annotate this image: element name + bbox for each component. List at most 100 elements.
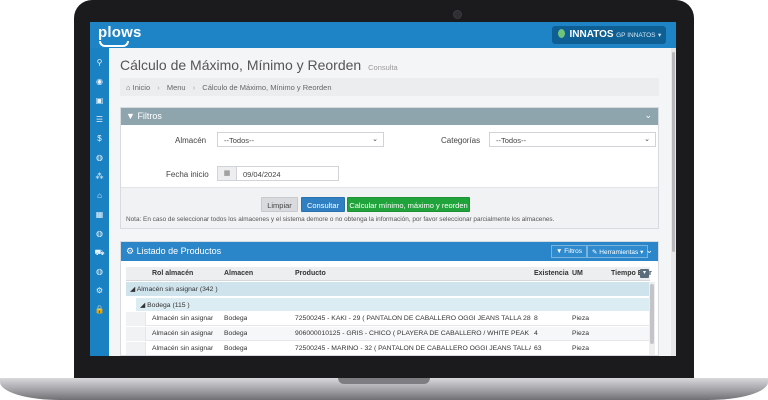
tools-button[interactable]: ✎ Herramientas ▾ xyxy=(587,245,649,258)
breadcrumb-menu[interactable]: Menu xyxy=(167,83,186,92)
group-toggle-icon[interactable]: ◢ xyxy=(140,302,145,309)
page-scroll-thumb[interactable] xyxy=(672,52,675,252)
clear-button[interactable]: Limpiar xyxy=(261,197,298,212)
laptop-frame: plows INNATOS GP INNATOS ▾ ⚲ ◉ ▣ ☰ $ ◍ ⁂… xyxy=(0,0,768,400)
breadcrumb-current: Cálculo de Máximo, Mínimo y Reorden xyxy=(202,83,332,92)
group-row-bodega[interactable]: ◢ Bodega (115 ) xyxy=(136,297,650,311)
chevron-down-icon: ⌄ xyxy=(372,136,378,143)
filters-panel: ▼ Filtros ⌄ Almacén --Todos-- ⌄ Categorí… xyxy=(120,107,659,229)
fecha-inicio-value: 09/04/2024 xyxy=(243,170,281,179)
tools-label: Herramientas xyxy=(599,249,639,256)
company-name: GP INNATOS xyxy=(616,32,656,39)
cell-producto: 72500245 - KAKI - 29 ( PANTALON DE CABAL… xyxy=(295,315,531,322)
main-content: Cálculo de Máximo, Mínimo y Reorden Cons… xyxy=(109,48,676,356)
cell-almacen: Bodega xyxy=(224,345,248,352)
globe-icon[interactable]: ◍ xyxy=(90,153,109,163)
eye-icon[interactable]: ◉ xyxy=(90,77,109,87)
table-row[interactable]: Almacén sin asignar Bodega 72500245 - MA… xyxy=(126,342,650,355)
cell-rol: Almacén sin asignar xyxy=(152,345,214,352)
globe-2-icon[interactable]: ◍ xyxy=(90,267,109,277)
lock-icon[interactable]: 🔒 xyxy=(90,305,109,315)
table-header: Rol almacén Almacen Producto Existencia … xyxy=(126,267,652,281)
logo-smile-icon xyxy=(99,41,129,47)
filters-note: Nota: En caso de seleccionar todos los a… xyxy=(126,216,555,223)
column-um[interactable]: UM xyxy=(572,270,583,277)
column-menu-icon[interactable]: ▾ xyxy=(640,269,649,278)
products-title: Listado de Productos xyxy=(136,246,222,256)
column-almacen[interactable]: Almacen xyxy=(224,270,253,277)
almacen-select-value: --Todos-- xyxy=(224,136,255,145)
cell-almacen: Bodega xyxy=(224,315,248,322)
filter-icon: ▼ xyxy=(556,248,563,255)
table-scrollbar[interactable] xyxy=(649,282,655,355)
chevron-down-icon[interactable]: ⌄ xyxy=(645,245,653,256)
table-scroll-thumb[interactable] xyxy=(650,284,654,344)
webcam xyxy=(453,10,462,19)
laptop-notch xyxy=(338,378,430,384)
almacen-select[interactable]: --Todos-- ⌄ xyxy=(217,132,384,147)
cart-icon[interactable]: ⛟ xyxy=(90,248,109,258)
cell-um: Pieza xyxy=(572,330,590,337)
almacen-label: Almacén xyxy=(175,136,207,145)
briefcase-icon[interactable]: ▣ xyxy=(90,96,109,106)
calculator-icon[interactable]: ▦ xyxy=(90,210,109,220)
group-row-almacen[interactable]: ◢ Almacén sin asignar (342 ) xyxy=(126,282,650,296)
chevron-down-icon: ▾ xyxy=(640,249,644,256)
search-icon[interactable]: ⚲ xyxy=(90,58,109,68)
home-icon[interactable]: ⌂ xyxy=(126,83,131,92)
cell-existencia: 8 xyxy=(534,315,538,322)
cell-rol: Almacén sin asignar xyxy=(152,330,214,337)
group-toggle-icon[interactable]: ◢ xyxy=(130,286,135,293)
consultar-button[interactable]: Consultar xyxy=(301,197,345,212)
dollar-icon[interactable]: $ xyxy=(90,134,109,144)
products-filters-button[interactable]: ▼ Filtros xyxy=(551,245,587,258)
filter-icon: ▼ xyxy=(126,111,135,121)
sidebar: ⚲ ◉ ▣ ☰ $ ◍ ⁂ ⌂ ▦ ◍ ⛟ ◍ ⚙ 🔒 xyxy=(90,48,109,356)
page-title: Cálculo de Máximo, Mínimo y Reorden Cons… xyxy=(120,57,398,73)
cell-um: Pieza xyxy=(572,315,590,322)
boxes-icon[interactable]: ⁂ xyxy=(90,172,109,182)
cell-producto: 906000010125 - GRIS - CHICO ( PLAYERA DE… xyxy=(295,330,531,337)
company-logo-icon xyxy=(558,29,565,38)
cell-rol: Almacén sin asignar xyxy=(152,315,214,322)
cell-existencia: 63 xyxy=(534,345,542,352)
calculate-button[interactable]: Calcular mínimo, máximo y reorden xyxy=(347,197,470,212)
group-label: Almacén sin asignar (342 ) xyxy=(136,286,218,293)
chevron-down-icon[interactable]: ⌄ xyxy=(644,110,652,121)
filters-title: Filtros xyxy=(137,111,162,121)
breadcrumb-separator-icon: › xyxy=(157,83,160,92)
bank-icon[interactable]: ⌂ xyxy=(90,191,109,201)
fecha-inicio-input[interactable]: ▦ 09/04/2024 xyxy=(217,166,339,181)
company-selector[interactable]: INNATOS GP INNATOS ▾ xyxy=(552,26,666,44)
filters-actions: Limpiar Consultar Calcular mínimo, máxim… xyxy=(121,187,658,228)
page-scrollbar[interactable] xyxy=(671,48,676,356)
column-producto[interactable]: Producto xyxy=(295,270,326,277)
products-filters-label: Filtros xyxy=(564,248,582,255)
breadcrumb-separator-icon: › xyxy=(192,83,196,92)
breadcrumb: ⌂ Inicio › Menu › Cálculo de Máximo, Mín… xyxy=(120,78,659,96)
list-icon[interactable]: ☰ xyxy=(90,115,109,125)
table-row[interactable]: Almacén sin asignar Bodega 72500245 - KA… xyxy=(126,312,650,326)
filters-panel-header[interactable]: ▼ Filtros ⌄ xyxy=(121,108,658,125)
top-bar: plows INNATOS GP INNATOS ▾ xyxy=(90,22,676,48)
column-rol-almacen[interactable]: Rol almacén xyxy=(152,270,193,277)
table-row[interactable]: Almacén sin asignar Bodega 906000010125 … xyxy=(126,327,650,341)
company-brand: INNATOS xyxy=(569,29,614,40)
app-logo[interactable]: plows xyxy=(98,24,142,41)
cogs-icon: ⚙ xyxy=(126,246,135,256)
column-existencia[interactable]: Existencia xyxy=(534,270,569,277)
wrench-icon: ✎ xyxy=(592,249,598,256)
chevron-down-icon: ⌄ xyxy=(644,136,650,143)
cell-existencia: 4 xyxy=(534,330,538,337)
cell-producto: 72500245 - MARINO - 32 ( PANTALON DE CAB… xyxy=(295,345,531,352)
categorias-label: Categorías xyxy=(441,136,481,145)
categorias-select[interactable]: --Todos-- ⌄ xyxy=(489,132,656,147)
breadcrumb-home[interactable]: Inicio xyxy=(133,83,151,92)
group-label: Bodega (115 ) xyxy=(147,302,190,309)
globe-alt-icon[interactable]: ◍ xyxy=(90,229,109,239)
gear-icon[interactable]: ⚙ xyxy=(90,286,109,296)
calendar-icon[interactable]: ▦ xyxy=(218,167,237,180)
products-panel-header: ⚙ Listado de Productos ▼ Filtros ✎ Herra… xyxy=(121,242,658,261)
categorias-select-value: --Todos-- xyxy=(496,136,527,145)
cell-almacen: Bodega xyxy=(224,330,248,337)
